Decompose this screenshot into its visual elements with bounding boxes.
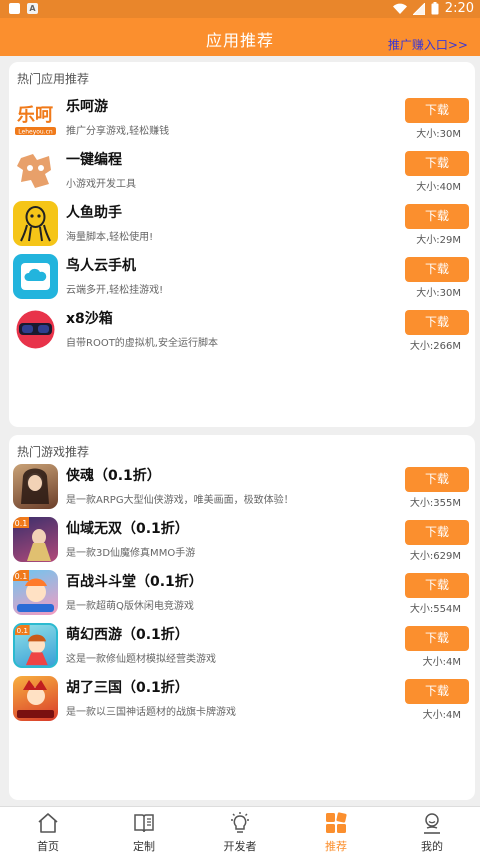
hule-game-icon — [13, 676, 58, 721]
app-name: 一键编程 — [66, 152, 122, 168]
lightbulb-icon — [231, 812, 249, 833]
battery-icon — [431, 2, 439, 15]
book-icon — [134, 814, 154, 833]
discount-badge: 0.1 — [15, 519, 28, 528]
notification-badge-icon: A — [27, 3, 38, 14]
tab-label: 定制 — [133, 840, 155, 853]
xianyu-game-icon: 0.1 — [13, 517, 58, 562]
list-item[interactable]: 胡了三国（0.1折） 是一款以三国神话题材的战旗卡牌游戏 下载 大小:4M — [9, 676, 475, 730]
download-button[interactable]: 下载 — [405, 626, 469, 651]
game-size: 大小:355M — [409, 498, 461, 509]
game-name: 侠魂（0.1折） — [66, 468, 161, 484]
game-size: 大小:554M — [409, 604, 461, 615]
app-name: 人鱼助手 — [66, 205, 122, 221]
mermaid-icon — [13, 201, 58, 246]
discount-badge: 0.1 — [17, 626, 29, 635]
baizhan-game-icon: 0.1 — [13, 570, 58, 615]
download-button[interactable]: 下载 — [405, 573, 469, 598]
game-desc: 是一款以三国神话题材的战旗卡牌游戏 — [66, 707, 236, 718]
clock: 2:20 — [444, 1, 474, 16]
list-item[interactable]: 鸟人云手机 云端多开,轻松挂游戏! 下载 大小:30M — [9, 254, 475, 308]
download-button[interactable]: 下载 — [405, 467, 469, 492]
list-item[interactable]: x8沙箱 自带ROOT的虚拟机,安全运行脚本 下载 大小:266M — [9, 307, 475, 361]
home-icon — [38, 813, 58, 833]
tab-developer[interactable]: 开发者 — [192, 807, 288, 854]
list-item[interactable]: 0.1 百战斗斗堂（0.1折） 是一款超萌Q版休闲电竞游戏 下载 大小:554M — [9, 570, 475, 624]
status-bar: A 2:20 — [0, 0, 480, 18]
download-button[interactable]: 下载 — [405, 204, 469, 229]
download-button[interactable]: 下载 — [405, 520, 469, 545]
app-size: 大小:40M — [416, 182, 461, 193]
bottom-tab-bar: 首页 定制 开发者 推荐 我的 — [0, 806, 480, 854]
app-desc: 海量脚本,轻松使用! — [66, 232, 154, 243]
app-desc: 自带ROOT的虚拟机,安全运行脚本 — [66, 338, 218, 349]
x8-sandbox-icon — [13, 307, 58, 352]
game-desc: 是一款3D仙魔修真MMO手游 — [66, 548, 196, 559]
game-name: 萌幻西游（0.1折） — [66, 627, 189, 643]
app-desc: 云端多开,轻松挂游戏! — [66, 285, 164, 296]
list-item[interactable]: 乐呵 Leheyou.cn 乐呵游 推广分享游戏,轻松赚钱 下载 大小:30M — [9, 95, 475, 149]
game-size: 大小:629M — [409, 551, 461, 562]
game-size: 大小:4M — [422, 710, 461, 721]
game-name: 百战斗斗堂（0.1折） — [66, 574, 203, 590]
game-desc: 是一款超萌Q版休闲电竞游戏 — [66, 601, 194, 612]
download-button[interactable]: 下载 — [405, 679, 469, 704]
app-size: 大小:29M — [416, 235, 461, 246]
wifi-icon — [392, 3, 407, 14]
cloud-phone-icon — [13, 254, 58, 299]
list-item[interactable]: 0.1 萌幻西游（0.1折） 这是一款修仙题材模拟经营类游戏 下载 大小:4M — [9, 623, 475, 677]
grid-icon — [326, 812, 347, 833]
list-item[interactable]: 人鱼助手 海量脚本,轻松使用! 下载 大小:29M — [9, 201, 475, 255]
notification-icon — [9, 3, 20, 14]
game-desc: 这是一款修仙题材模拟经营类游戏 — [66, 654, 216, 665]
discount-badge: 0.1 — [15, 572, 28, 581]
download-button[interactable]: 下载 — [405, 98, 469, 123]
tab-label: 首页 — [37, 840, 59, 853]
app-name: 乐呵游 — [66, 99, 108, 115]
game-desc: 是一款ARPG大型仙侠游戏，唯美画面，极致体验！ — [66, 495, 294, 506]
section-title: 热门应用推荐 — [17, 72, 90, 86]
logo-subtext: Leheyou.cn — [18, 129, 53, 136]
game-size: 大小:4M — [422, 657, 461, 668]
app-desc: 推广分享游戏,轻松赚钱 — [66, 126, 170, 137]
app-size: 大小:30M — [416, 288, 461, 299]
xiahun-game-icon — [13, 464, 58, 509]
app-desc: 小游戏开发工具 — [66, 179, 136, 190]
menghuan-game-icon: 0.1 — [13, 623, 58, 668]
tab-label: 我的 — [421, 840, 443, 853]
tab-label: 开发者 — [223, 840, 257, 853]
app-size: 大小:30M — [416, 129, 461, 140]
puzzle-icon — [13, 148, 58, 193]
list-item[interactable]: 0.1 仙域无双（0.1折） 是一款3D仙魔修真MMO手游 下载 大小:629M — [9, 517, 475, 571]
lehe-logo-icon: 乐呵 Leheyou.cn — [13, 95, 58, 140]
game-name: 仙域无双（0.1折） — [66, 521, 189, 537]
logo-text: 乐呵 — [17, 105, 53, 126]
app-size: 大小:266M — [409, 341, 461, 352]
tab-label: 推荐 — [325, 840, 347, 853]
tab-mine[interactable]: 我的 — [384, 807, 480, 854]
tab-custom[interactable]: 定制 — [96, 807, 192, 854]
signal-icon — [412, 2, 425, 15]
list-item[interactable]: 侠魂（0.1折） 是一款ARPG大型仙侠游戏，唯美画面，极致体验！ 下载 大小:… — [9, 464, 475, 518]
download-button[interactable]: 下载 — [405, 310, 469, 335]
promo-entry-link[interactable]: 推广赚入口>> — [388, 36, 468, 53]
list-item[interactable]: 一键编程 小游戏开发工具 下载 大小:40M — [9, 148, 475, 202]
hot-apps-card: 热门应用推荐 乐呵 Leheyou.cn 乐呵游 推广分享游戏,轻松赚钱 下载 … — [9, 62, 475, 427]
hot-games-card: 热门游戏推荐 侠魂（0.1折） 是一款ARPG大型仙侠游戏，唯美画面，极致体验！… — [9, 435, 475, 800]
section-title: 热门游戏推荐 — [17, 445, 90, 459]
download-button[interactable]: 下载 — [405, 151, 469, 176]
app-name: x8沙箱 — [66, 311, 113, 327]
download-button[interactable]: 下载 — [405, 257, 469, 282]
user-icon — [424, 813, 440, 834]
tab-home[interactable]: 首页 — [0, 807, 96, 854]
game-name: 胡了三国（0.1折） — [66, 680, 189, 696]
app-name: 鸟人云手机 — [66, 258, 136, 274]
app-header: 应用推荐 推广赚入口>> — [0, 18, 480, 56]
tab-recommend[interactable]: 推荐 — [288, 807, 384, 854]
